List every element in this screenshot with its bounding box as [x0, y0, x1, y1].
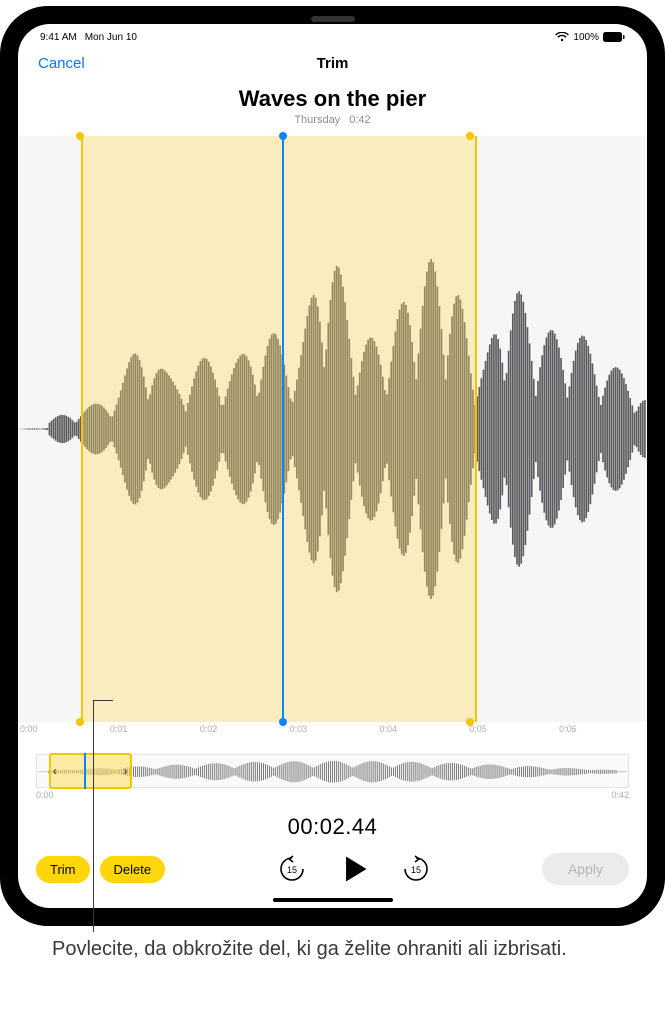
- ruler-tick: 0:04: [377, 724, 467, 740]
- timecode: 00:02.44: [18, 814, 647, 840]
- home-indicator[interactable]: [273, 898, 393, 902]
- playhead-dot-icon: [279, 718, 287, 726]
- apply-button[interactable]: Apply: [542, 853, 629, 885]
- skip-back-icon: 15: [277, 854, 307, 884]
- trim-button[interactable]: Trim: [36, 856, 90, 883]
- skip-forward-icon: 15: [401, 854, 431, 884]
- waveform-editor[interactable]: [18, 136, 647, 722]
- ruler-tick: 0:06: [557, 724, 647, 740]
- trim-handle-end-bottom-icon[interactable]: [466, 718, 474, 726]
- overview-start-label: 0:00: [36, 790, 54, 800]
- overview-strip[interactable]: ‹ ›: [36, 754, 629, 788]
- delete-button[interactable]: Delete: [100, 856, 166, 883]
- status-bar: 9:41 AM Mon Jun 10 ○○○ 100%: [18, 24, 647, 46]
- overview-selection[interactable]: ‹ ›: [49, 753, 132, 789]
- screen: 9:41 AM Mon Jun 10 ○○○ 100% Cancel Trim …: [18, 24, 647, 908]
- svg-text:15: 15: [287, 865, 297, 875]
- ruler-tick: 0:01: [108, 724, 198, 740]
- trim-selection[interactable]: [81, 136, 477, 722]
- ruler-tick: 0:05: [467, 724, 557, 740]
- skip-forward-15-button[interactable]: 15: [401, 854, 431, 884]
- recording-title[interactable]: Waves on the pier: [18, 86, 647, 112]
- screen-title: Trim: [317, 55, 349, 72]
- overview-ruler: 0:00 0:42: [36, 790, 629, 800]
- recording-day: Thursday: [294, 114, 340, 126]
- callout-leader-line: [93, 700, 94, 932]
- ruler-tick: 0:03: [288, 724, 378, 740]
- overview-handle-right-icon[interactable]: ›: [124, 764, 128, 778]
- battery-percentage: 100%: [573, 32, 599, 43]
- overview-handle-left-icon[interactable]: ‹: [53, 764, 57, 778]
- wifi-icon: [555, 32, 569, 42]
- play-icon: [337, 852, 371, 886]
- status-time: 9:41 AM: [40, 32, 77, 43]
- device-notch: [311, 16, 355, 22]
- callout-text: Povlecite, da obkrožite del, ki ga želit…: [0, 932, 665, 975]
- trim-handle-start-top-icon[interactable]: [76, 132, 84, 140]
- trim-handle-end-top-icon[interactable]: [466, 132, 474, 140]
- recording-duration: 0:42: [349, 114, 370, 126]
- transport-controls: 15 15: [175, 852, 532, 886]
- overview-playhead[interactable]: [84, 753, 86, 789]
- status-date: Mon Jun 10: [85, 32, 137, 43]
- time-ruler: 0:00 0:01 0:02 0:03 0:04 0:05 0:06: [18, 722, 647, 740]
- cancel-button[interactable]: Cancel: [38, 55, 85, 72]
- recording-header: Waves on the pier Thursday 0:42: [18, 80, 647, 136]
- ruler-tick: 0:02: [198, 724, 288, 740]
- playhead-dot-icon: [279, 132, 287, 140]
- annotation-callout: Povlecite, da obkrožite del, ki ga želit…: [0, 932, 665, 975]
- trim-handle-start-bottom-icon[interactable]: [76, 718, 84, 726]
- nav-bar: Cancel Trim: [18, 46, 647, 80]
- skip-back-15-button[interactable]: 15: [277, 854, 307, 884]
- ruler-tick: 0:00: [18, 724, 108, 740]
- battery-icon: [603, 32, 625, 42]
- ipad-frame: 9:41 AM Mon Jun 10 ○○○ 100% Cancel Trim …: [0, 6, 665, 926]
- playhead[interactable]: [282, 136, 284, 722]
- overview-end-label: 0:42: [611, 790, 629, 800]
- play-button[interactable]: [337, 852, 371, 886]
- svg-text:15: 15: [411, 865, 421, 875]
